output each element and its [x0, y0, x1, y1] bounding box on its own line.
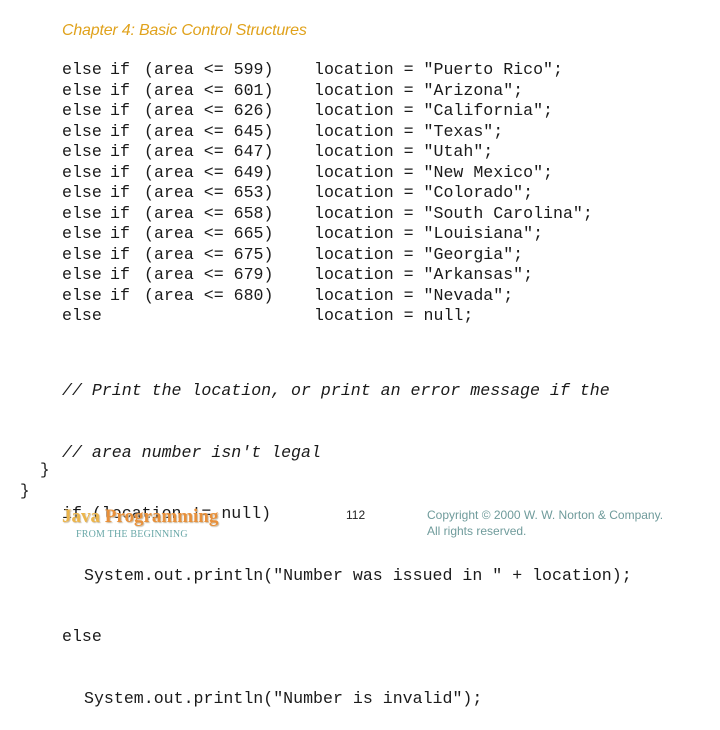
condition: (area <= 653)	[144, 183, 274, 202]
keyword-if: if	[110, 183, 130, 202]
code-line: else if (area <= 599) location = "Puerto Ri…	[62, 60, 593, 81]
assignment: location = "Georgia";	[314, 244, 524, 264]
keyword-else: else	[62, 244, 102, 264]
code-line: else if (area <= 649) location = "New Mexic…	[62, 163, 593, 184]
condition: (area <= 626)	[144, 101, 274, 120]
condition: (area <= 665)	[144, 224, 274, 243]
code-print-line: System.out.println("Number was issued in…	[84, 565, 632, 585]
keyword-if: if	[110, 265, 130, 284]
assignment: location = "Puerto Rico";	[314, 60, 563, 79]
keyword-else: else	[62, 203, 102, 223]
keyword-else: else	[62, 306, 102, 325]
closing-brace: }	[20, 482, 30, 500]
condition: (area <= 675)	[144, 244, 274, 264]
code-line: else if (area <= 675) location = "Georgia";	[62, 245, 593, 266]
assignment: location = "Colorado";	[314, 183, 534, 202]
assignment: location = null;	[314, 306, 474, 325]
slide-title: Chapter 4: Basic Control Structures	[62, 22, 307, 39]
copyright-notice: Copyright © 2000 W. W. Norton & Company.…	[427, 507, 663, 539]
keyword-if: if	[110, 203, 130, 223]
condition: (area <= 658)	[144, 203, 274, 223]
condition: (area <= 601)	[144, 80, 274, 100]
code-print-line: System.out.println("Number is invalid");	[84, 688, 483, 708]
assignment: location = "Utah";	[314, 142, 494, 161]
condition: (area <= 647)	[144, 142, 274, 161]
keyword-else: else	[62, 80, 102, 100]
copyright-line: Copyright © 2000 W. W. Norton & Company.	[427, 508, 664, 522]
page-number: 112	[346, 508, 366, 522]
keyword-else: else	[62, 101, 102, 120]
code-line: else if (area <= 658) location = "South Car…	[62, 204, 593, 225]
book-logo: Java Programming	[62, 506, 218, 528]
code-else-line: else	[62, 627, 102, 646]
copyright-line: All rights reserved.	[427, 524, 527, 538]
code-line: else if (area <= 647) location = "Utah";	[62, 142, 593, 163]
keyword-if: if	[110, 80, 130, 100]
condition: (area <= 649)	[144, 162, 274, 182]
keyword-else: else	[62, 224, 102, 243]
assignment: location = "New Mexico";	[314, 162, 553, 182]
code-line: else if (area <= 645) location = "Texas";	[62, 122, 593, 143]
keyword-if: if	[110, 244, 130, 264]
keyword-if: if	[110, 121, 130, 141]
keyword-else: else	[62, 162, 102, 182]
condition: (area <= 680)	[144, 285, 274, 305]
keyword-else: else	[62, 60, 102, 79]
keyword-if: if	[110, 101, 130, 120]
assignment: location = "Texas";	[314, 121, 504, 141]
code-line: else if (area <= 626) location = "Californi…	[62, 101, 593, 122]
condition: (area <= 679)	[144, 265, 274, 284]
code-comment-line: // area number isn't legal	[62, 442, 321, 462]
code-if-else-chain: else if (area <= 599) location = "Puerto Ri…	[62, 60, 593, 327]
keyword-if: if	[110, 285, 130, 305]
assignment: location = "California";	[314, 101, 553, 120]
code-comment-line: // Print the location, or print an error…	[62, 381, 610, 400]
keyword-if: if	[110, 60, 130, 79]
code-line: else if (area <= 680) location = "Nevada";	[62, 286, 593, 307]
keyword-else: else	[62, 265, 102, 284]
logo-subtitle: FROM THE BEGINNING	[76, 529, 188, 540]
assignment: location = "Arkansas";	[314, 265, 534, 284]
assignment: location = "Nevada";	[314, 285, 514, 305]
keyword-else: else	[62, 183, 102, 202]
assignment: location = "Arizona";	[314, 80, 524, 100]
condition: (area <= 599)	[144, 60, 274, 79]
assignment: location = "Louisiana";	[314, 224, 544, 243]
keyword-else: else	[62, 121, 102, 141]
code-line: else if (area <= 601) location = "Arizona";	[62, 81, 593, 102]
code-line: else if (area <= 679) location = "Arkansas"…	[62, 265, 593, 286]
keyword-if: if	[110, 162, 130, 182]
assignment: location = "South Carolina";	[314, 203, 593, 223]
keyword-else: else	[62, 285, 102, 305]
code-line: else if (area <= 665) location = "Louisiana…	[62, 224, 593, 245]
logo-word-java: Java	[62, 506, 100, 527]
keyword-if: if	[110, 142, 130, 161]
code-line: else if (area <= 653) location = "Colorado"…	[62, 183, 593, 204]
keyword-else: else	[62, 142, 102, 161]
keyword-if: if	[110, 224, 130, 243]
closing-brace: }	[40, 461, 50, 479]
code-line: else location = null;	[62, 306, 593, 327]
logo-word-programming: Programming	[104, 506, 219, 527]
condition: (area <= 645)	[144, 121, 274, 141]
